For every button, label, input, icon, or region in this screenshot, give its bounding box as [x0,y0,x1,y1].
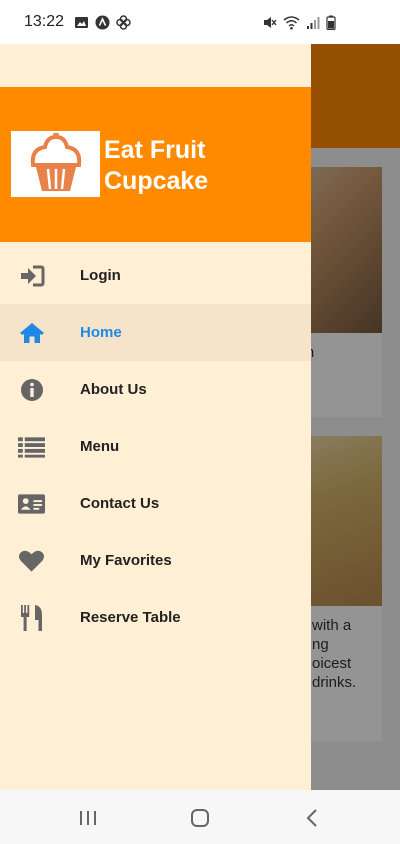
system-nav-bar [0,790,400,844]
status-left-icons [74,14,131,30]
pinwheel-icon [116,14,131,30]
app-icon [95,15,110,30]
mute-icon [262,15,277,35]
recents-icon[interactable] [77,807,99,829]
nav-label: Contact Us [80,495,160,512]
signal-icon [306,16,320,35]
drawer-nav: Login Home About Us Menu Contact Us My F… [0,247,311,646]
nav-label: Login [80,267,121,284]
image-icon [74,15,89,30]
nav-item-login[interactable]: Login [0,247,311,304]
status-bar: 13:22 [0,0,400,44]
nav-item-reserve-table[interactable]: Reserve Table [0,589,311,646]
brand-logo [11,131,100,197]
utensils-icon [18,604,45,631]
battery-icon [326,15,336,35]
drawer-header: Eat Fruit Cupcake [0,87,311,242]
brand-line-1: Eat Fruit [104,136,206,164]
brand-line-2: Cupcake [104,167,209,195]
back-icon[interactable] [301,807,323,829]
nav-label: Home [80,324,122,341]
nav-label: My Favorites [80,552,172,569]
login-icon [18,262,45,289]
navigation-drawer: Eat Fruit Cupcake Login Home About Us Me… [0,44,311,790]
brand-name: Eat Fruit Cupcake [104,135,304,197]
status-right-icons [262,15,336,35]
contact-card-icon [18,490,45,517]
info-icon [18,376,45,403]
home-icon [18,319,45,346]
nav-item-contact-us[interactable]: Contact Us [0,475,311,532]
nav-item-home[interactable]: Home [0,304,311,361]
wifi-icon [283,15,300,35]
heart-icon [18,547,45,574]
nav-item-menu[interactable]: Menu [0,418,311,475]
list-icon [18,433,45,460]
status-time: 13:22 [24,13,65,30]
nav-item-my-favorites[interactable]: My Favorites [0,532,311,589]
nav-label: Reserve Table [80,609,181,626]
home-circle-icon[interactable] [189,807,211,829]
nav-label: Menu [80,438,120,455]
cupcake-icon [30,133,81,191]
nav-label: About Us [80,381,147,398]
nav-item-about-us[interactable]: About Us [0,361,311,418]
